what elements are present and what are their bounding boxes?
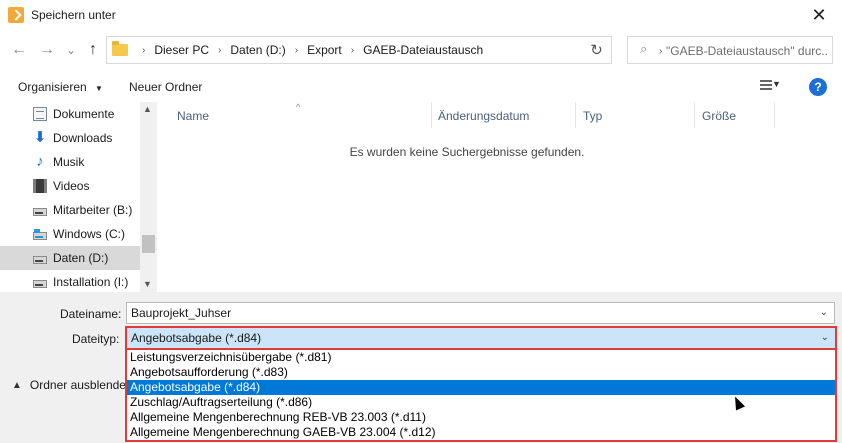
filename-value: Bauprojekt_Juhser <box>131 306 232 320</box>
sidebar-item-downloads[interactable]: ⬇ Downloads <box>0 126 140 150</box>
sidebar-item-label: Daten (D:) <box>53 251 109 265</box>
up-arrow-icon: ↑ <box>89 41 97 58</box>
search-icon: ⌕ <box>640 41 648 56</box>
column-header-size[interactable]: Größe <box>702 109 736 123</box>
breadcrumb-item[interactable]: Export <box>307 43 342 57</box>
video-icon <box>33 179 47 193</box>
column-header-type[interactable]: Typ <box>583 109 602 123</box>
help-symbol: ? <box>814 80 822 94</box>
app-icon <box>8 7 24 23</box>
sidebar-item-label: Musik <box>53 155 85 169</box>
column-divider[interactable] <box>694 102 695 128</box>
help-icon[interactable]: ? <box>809 78 827 96</box>
crumb-separator-icon: › <box>142 44 146 56</box>
document-icon <box>33 107 47 121</box>
navigation-bar: ← → ⌄ ↑ › Dieser PC › Daten (D:) › Expor… <box>0 33 842 67</box>
filetype-option-selected[interactable]: Angebotsabgabe (*.d84) <box>127 380 835 395</box>
column-divider[interactable] <box>431 102 432 128</box>
sidebar-item-videos[interactable]: Videos <box>0 174 140 198</box>
search-input[interactable]: "GAEB-Dateiaustausch" durc... <box>666 44 828 58</box>
column-header-date[interactable]: Änderungsdatum <box>438 109 529 123</box>
breadcrumb-item[interactable]: Dieser PC <box>154 43 209 57</box>
organize-button[interactable]: Organisieren ▼ <box>18 80 103 94</box>
close-button[interactable]: ✕ <box>796 0 842 30</box>
scroll-up-icon[interactable]: ▲ <box>143 104 152 114</box>
crumb-separator-icon[interactable]: › <box>351 45 354 56</box>
sidebar-item-label: Installation (I:) <box>53 275 129 289</box>
sidebar-item-mitarbeiter[interactable]: Mitarbeiter (B:) <box>0 198 140 222</box>
address-bar[interactable]: › Dieser PC › Daten (D:) › Export › GAEB… <box>106 36 662 64</box>
new-folder-button[interactable]: Neuer Ordner <box>129 80 202 94</box>
back-arrow-icon: ← <box>11 41 27 58</box>
back-button[interactable]: ← <box>8 39 30 61</box>
sidebar-item-dokumente[interactable]: Dokumente <box>0 102 140 126</box>
refresh-button[interactable]: ↻ <box>582 36 612 64</box>
sidebar-item-windows[interactable]: Windows (C:) <box>0 222 140 246</box>
sidebar-item-label: Mitarbeiter (B:) <box>53 203 133 217</box>
forward-arrow-icon: → <box>39 41 55 58</box>
download-icon: ⬇ <box>33 129 47 146</box>
filename-label: Dateiname: <box>60 307 122 321</box>
filetype-option[interactable]: Allgemeine Mengenberechnung REB-VB 23.00… <box>127 410 835 425</box>
chevron-down-icon: ⌄ <box>65 43 77 57</box>
filetype-value: Angebotsabgabe (*.d84) <box>131 331 262 345</box>
title-bar: Speichern unter ✕ <box>0 0 842 30</box>
sidebar-item-installation[interactable]: Installation (I:) <box>0 270 140 294</box>
view-dropdown-icon[interactable]: ▼ <box>772 79 781 89</box>
navigation-pane: Dokumente ⬇ Downloads ♪ Musik Videos Mit… <box>0 102 157 292</box>
sidebar-item-musik[interactable]: ♪ Musik <box>0 150 140 174</box>
drive-icon <box>33 256 47 264</box>
window-title: Speichern unter <box>31 8 116 22</box>
breadcrumb: › Dieser PC › Daten (D:) › Export › GAEB… <box>133 43 483 57</box>
filetype-option[interactable]: Angebotsaufforderung (*.d83) <box>127 365 835 380</box>
column-header-name[interactable]: Name <box>177 109 209 123</box>
filetype-option[interactable]: Allgemeine Mengenberechnung GAEB-VB 23.0… <box>127 425 835 440</box>
scrollbar-thumb[interactable] <box>142 235 155 253</box>
chevron-down-icon: ▼ <box>95 84 103 93</box>
sort-indicator-icon: ^ <box>296 102 301 112</box>
empty-results-message: Es wurden keine Suchergebnisse gefunden. <box>349 145 585 159</box>
chevron-down-icon[interactable]: ⌄ <box>820 303 828 323</box>
column-divider[interactable] <box>575 102 576 128</box>
refresh-icon: ↻ <box>590 42 603 59</box>
sidebar-item-label: Downloads <box>53 131 113 145</box>
sidebar-item-label: Videos <box>53 179 90 193</box>
up-button[interactable]: ↑ <box>82 39 104 61</box>
hide-folders-label: Ordner ausblende <box>29 378 126 392</box>
chevron-down-icon[interactable]: ⌄ <box>821 328 829 348</box>
filetype-label: Dateityp: <box>72 332 120 346</box>
breadcrumb-item[interactable]: GAEB-Dateiaustausch <box>363 43 483 57</box>
recent-locations-button[interactable]: ⌄ <box>60 39 82 61</box>
column-divider[interactable] <box>774 102 775 128</box>
crumb-separator-icon[interactable]: › <box>295 45 298 56</box>
close-icon: ✕ <box>811 4 827 25</box>
chevron-up-icon: ▲ <box>12 379 22 391</box>
organize-label: Organisieren <box>18 80 87 94</box>
breadcrumb-item[interactable]: Daten (D:) <box>230 43 285 57</box>
windows-drive-icon <box>33 229 47 240</box>
folder-icon <box>112 41 128 56</box>
network-drive-icon <box>33 280 47 288</box>
sidebar-item-label: Dokumente <box>53 107 115 121</box>
view-options-icon[interactable] <box>760 80 772 92</box>
music-icon: ♪ <box>36 153 44 170</box>
scroll-down-icon[interactable]: ▼ <box>143 279 152 289</box>
sidebar-item-daten[interactable]: Daten (D:) <box>0 246 140 270</box>
file-list: ^ Name Änderungsdatum Typ Größe Es wurde… <box>157 102 842 292</box>
sidebar-scrollbar[interactable]: ▲ ▼ <box>140 102 157 292</box>
filename-field[interactable]: Bauprojekt_Juhser ⌄ <box>126 302 835 324</box>
network-drive-icon <box>33 208 47 216</box>
filetype-select[interactable]: Angebotsabgabe (*.d84) ⌄ <box>125 326 837 350</box>
command-bar: Organisieren ▼ Neuer Ordner ▼ ? <box>0 72 842 102</box>
crumb-separator-icon[interactable]: › <box>218 45 221 56</box>
forward-button[interactable]: → <box>36 39 58 61</box>
filetype-option[interactable]: Leistungsverzeichnisübergabe (*.d81) <box>127 350 835 365</box>
sidebar-item-label: Windows (C:) <box>53 227 126 241</box>
hide-folders-button[interactable]: ▲ Ordner ausblende <box>12 378 126 392</box>
filetype-dropdown-list: Leistungsverzeichnisübergabe (*.d81) Ang… <box>125 348 837 442</box>
search-box[interactable]: ⌕ "GAEB-Dateiaustausch" durc... <box>627 36 833 64</box>
